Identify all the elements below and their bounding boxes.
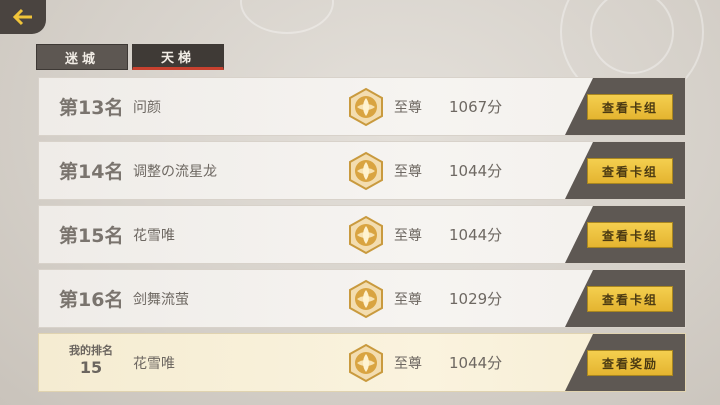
score: 1067分 — [449, 98, 503, 116]
my-ranking-row: 我的排名 15 花雪唯 至尊 1044分 查看奖励 — [38, 333, 686, 392]
view-deck-button[interactable]: 查看卡组 — [587, 286, 673, 312]
score: 1044分 — [449, 354, 503, 372]
view-deck-button[interactable]: 查看卡组 — [587, 222, 673, 248]
score: 1044分 — [449, 226, 503, 244]
back-button[interactable] — [0, 0, 46, 34]
tab-maze[interactable]: 迷城 — [36, 44, 128, 70]
player-name: 花雪唯 — [133, 227, 175, 244]
player-name: 问颜 — [133, 99, 161, 116]
my-rank-number: 15 — [79, 358, 103, 377]
player-name: 花雪唯 — [133, 355, 175, 372]
tier-label: 至尊 — [394, 291, 422, 308]
tier-label: 至尊 — [394, 355, 422, 372]
ranking-row: 第13名 问颜 至尊 1067分 查看卡组 — [38, 77, 686, 136]
tier-badge-icon — [349, 279, 383, 319]
view-deck-button[interactable]: 查看卡组 — [587, 158, 673, 184]
tier-badge-icon — [349, 87, 383, 127]
back-arrow-icon — [12, 8, 32, 26]
my-rank: 我的排名 15 — [61, 344, 121, 378]
tier-label: 至尊 — [394, 99, 422, 116]
tier-badge-icon — [349, 215, 383, 255]
tier-label: 至尊 — [394, 163, 422, 180]
player-name: 剑舞流萤 — [133, 291, 189, 308]
score: 1044分 — [449, 162, 503, 180]
ranking-row: 第14名 调整の流星龙 至尊 1044分 查看卡组 — [38, 141, 686, 200]
score: 1029分 — [449, 290, 503, 308]
tab-ladder[interactable]: 天梯 — [132, 44, 224, 70]
tier-label: 至尊 — [394, 227, 422, 244]
ranking-list: 第13名 问颜 至尊 1067分 查看卡组 第14名 调整の流星龙 至尊 104… — [38, 77, 686, 397]
tier-badge-icon — [349, 151, 383, 191]
tier-badge-icon — [349, 343, 383, 383]
player-name: 调整の流星龙 — [133, 163, 217, 180]
rank-position: 第15名 — [59, 225, 124, 247]
ranking-row: 第15名 花雪唯 至尊 1044分 查看卡组 — [38, 205, 686, 264]
my-rank-label: 我的排名 — [69, 344, 113, 357]
rank-position: 第16名 — [59, 289, 124, 311]
view-rewards-button[interactable]: 查看奖励 — [587, 350, 673, 376]
tab-bar: 迷城 天梯 — [36, 44, 224, 70]
view-deck-button[interactable]: 查看卡组 — [587, 94, 673, 120]
rank-position: 第13名 — [59, 97, 124, 119]
rank-position: 第14名 — [59, 161, 124, 183]
background-swirl — [240, 0, 334, 34]
ranking-row: 第16名 剑舞流萤 至尊 1029分 查看卡组 — [38, 269, 686, 328]
